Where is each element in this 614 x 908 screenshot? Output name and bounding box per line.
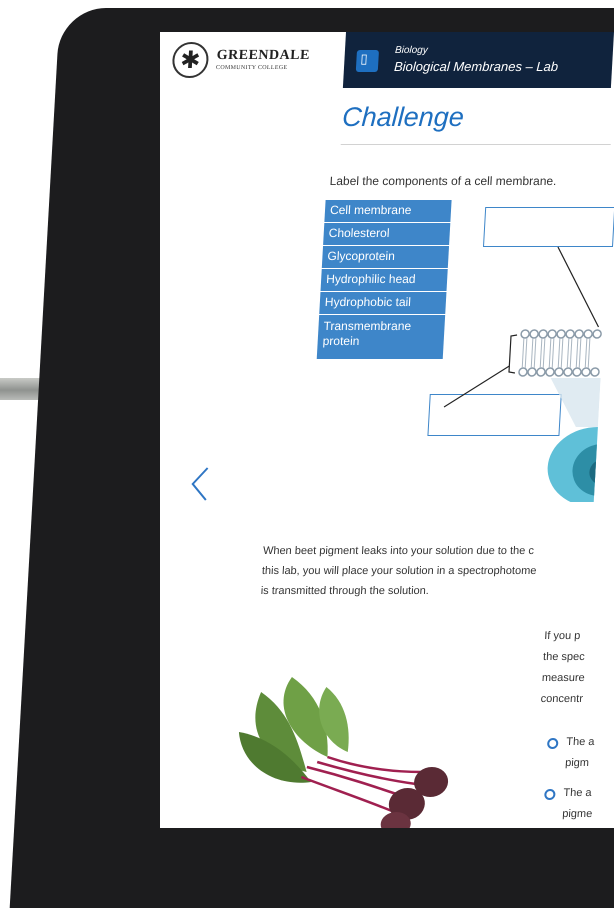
pointer-line-left bbox=[443, 365, 510, 408]
label-chip-cell-membrane[interactable]: Cell membrane bbox=[324, 200, 452, 222]
challenge-instruction: Label the components of a cell membrane. bbox=[329, 174, 557, 188]
membrane-bracket bbox=[508, 334, 518, 374]
page-title: Challenge bbox=[341, 102, 465, 132]
radio-option-2-icon[interactable] bbox=[544, 789, 556, 800]
screen-content: ✱ GREENDALE COMMUNITY COLLEGE ▯ Biology … bbox=[160, 32, 614, 828]
question-line-4: concentr bbox=[540, 693, 584, 705]
intro-paragraph-line-3: is transmitted through the solution. bbox=[260, 585, 430, 597]
logo-subtitle: COMMUNITY COLLEGE bbox=[215, 65, 288, 71]
option-2-line-1[interactable]: The a bbox=[563, 787, 592, 799]
option-1-line-2: pigm bbox=[564, 757, 590, 769]
question-line-2: the spec bbox=[542, 651, 585, 663]
option-2-line-2: pigme bbox=[561, 808, 593, 820]
question-line-3: measure bbox=[541, 672, 586, 684]
logo-name: GREENDALE bbox=[216, 48, 311, 63]
lab-title: Biological Membranes – Lab bbox=[393, 59, 559, 74]
option-1-line-1[interactable]: The a bbox=[566, 736, 595, 748]
title-divider bbox=[340, 144, 611, 145]
beet-roots bbox=[380, 767, 449, 828]
cell-membrane-diagram bbox=[443, 246, 609, 502]
seal-logo-icon: ✱ bbox=[171, 42, 210, 78]
book-icon: ▯ bbox=[355, 50, 379, 72]
pointer-line-top bbox=[557, 246, 600, 328]
beets-image bbox=[238, 677, 449, 828]
chevron-left-icon[interactable] bbox=[186, 464, 214, 504]
drop-zone-top[interactable] bbox=[482, 207, 614, 247]
college-logo: ✱ GREENDALE COMMUNITY COLLEGE bbox=[160, 32, 346, 88]
tablet-screen: ✱ GREENDALE COMMUNITY COLLEGE ▯ Biology … bbox=[160, 32, 614, 828]
intro-paragraph-line-1: When beet pigment leaks into your soluti… bbox=[262, 545, 535, 557]
course-subtitle: Biology bbox=[394, 45, 429, 56]
phospholipid-tails bbox=[521, 338, 591, 368]
question-line-1: If you p bbox=[543, 630, 581, 642]
intro-paragraph-line-2: this lab, you will place your solution i… bbox=[261, 565, 537, 577]
app-header: ✱ GREENDALE COMMUNITY COLLEGE ▯ Biology … bbox=[160, 32, 614, 88]
radio-option-1-icon[interactable] bbox=[546, 738, 559, 749]
zoom-wedge bbox=[550, 378, 601, 427]
